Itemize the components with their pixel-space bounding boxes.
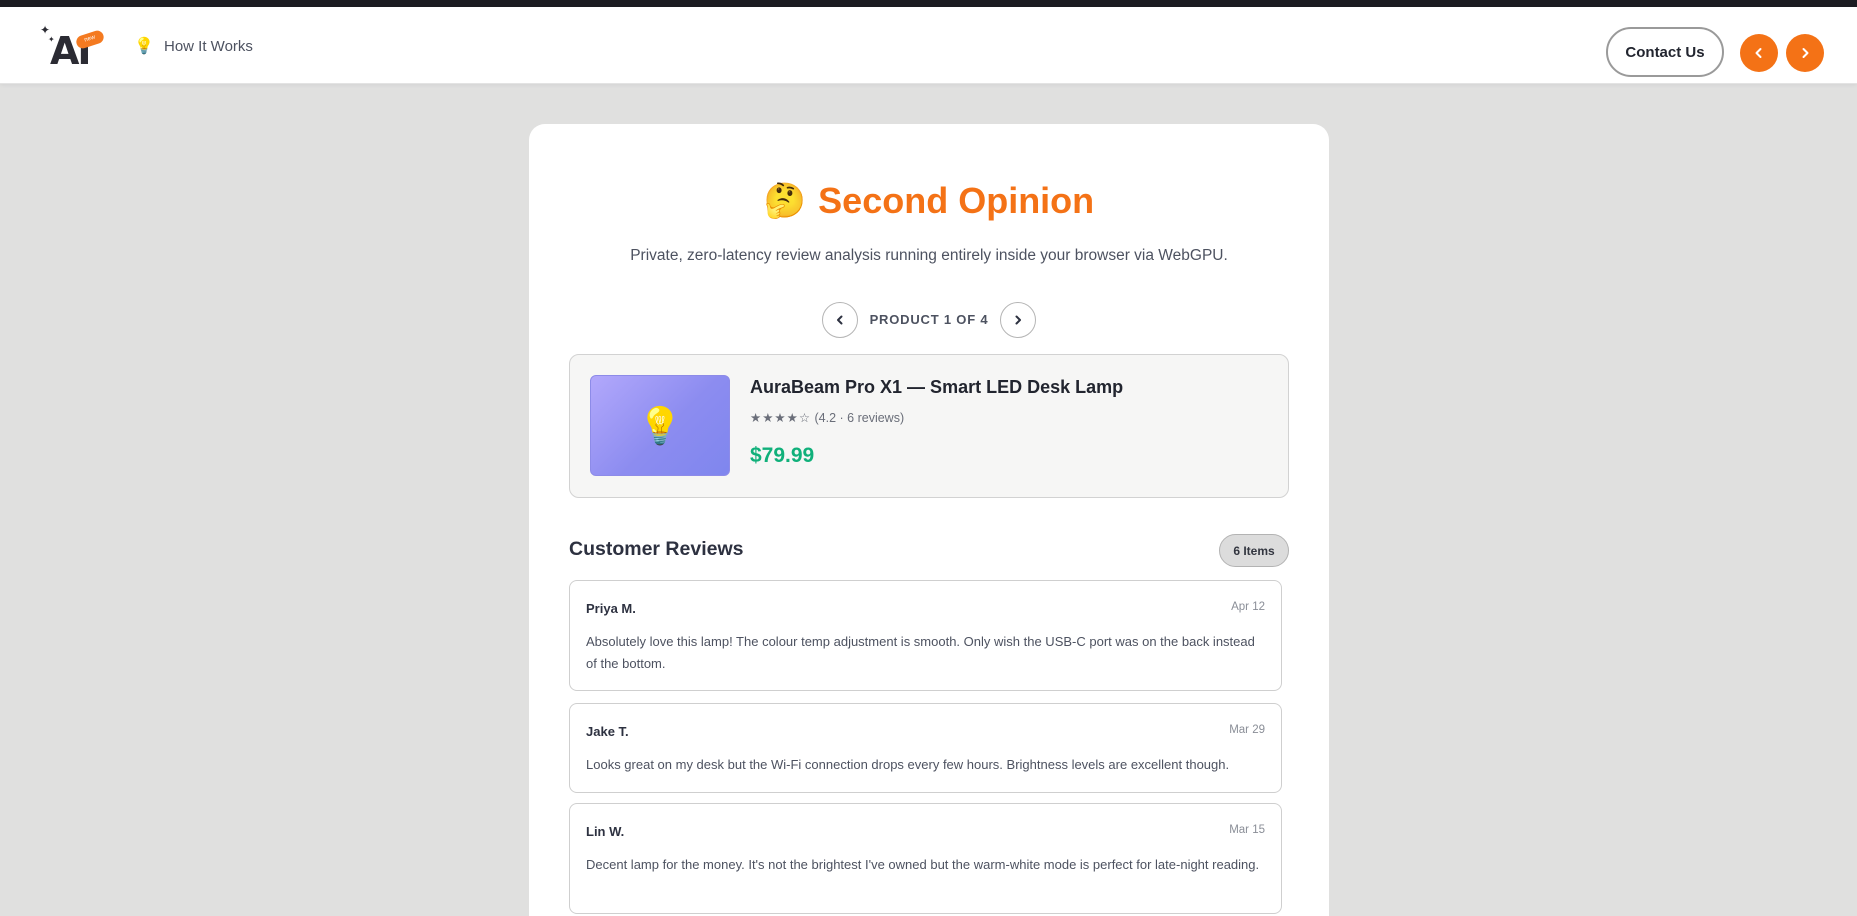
browser-top-strip: [0, 0, 1857, 7]
review-text: Absolutely love this lamp! The colour te…: [586, 634, 1255, 671]
header-next-button[interactable]: [1786, 34, 1824, 72]
thinking-face-icon: 🤔: [763, 182, 807, 220]
review-text: Decent lamp for the money. It's not the …: [586, 857, 1260, 872]
next-product-button[interactable]: [1000, 302, 1036, 338]
site-header: ✦ ✦ AI new 💡 How It Works Contact Us: [0, 7, 1857, 84]
how-it-works-link[interactable]: 💡 How It Works: [134, 35, 253, 57]
review-author: Priya M.: [586, 601, 636, 616]
chevron-right-icon: [1802, 48, 1809, 58]
chevron-right-icon: [1015, 315, 1021, 325]
light-bulb-icon: 💡: [134, 38, 154, 55]
previous-product-button[interactable]: [822, 302, 858, 338]
review-card: Jake T. Mar 29 Looks great on my desk bu…: [569, 703, 1282, 793]
chevron-left-icon: [837, 315, 843, 325]
light-bulb-icon: 💡: [637, 404, 683, 446]
reviews-count-badge: 6 Items: [1219, 534, 1289, 567]
page-subtitle: Private, zero-latency review analysis ru…: [630, 247, 1228, 264]
review-author: Lin W.: [586, 824, 625, 839]
contact-us-button[interactable]: Contact Us: [1606, 27, 1724, 77]
review-card: Lin W. Mar 15 Decent lamp for the money.…: [569, 803, 1282, 914]
review-date: Mar 29: [1229, 724, 1265, 736]
chevron-left-icon: [1755, 48, 1762, 58]
page-title: Second Opinion: [818, 180, 1095, 221]
product-card: 💡 AuraBeam Pro X1 — Smart LED Desk Lamp …: [569, 354, 1289, 498]
pager-label: PRODUCT 1 OF 4: [869, 312, 989, 327]
site-logo[interactable]: ✦ ✦ AI new: [40, 21, 106, 73]
review-text: Looks great on my desk but the Wi-Fi con…: [586, 757, 1230, 772]
review-card: Priya M. Apr 12 Absolutely love this lam…: [569, 580, 1282, 691]
product-name: AuraBeam Pro X1 — Smart LED Desk Lamp: [750, 377, 1124, 397]
review-date: Apr 12: [1231, 601, 1265, 613]
review-date: Mar 15: [1229, 824, 1265, 836]
product-rating: ★★★★☆ (4.2 · 6 reviews): [750, 410, 904, 425]
star-rating-icon: ★★★★☆: [750, 411, 812, 425]
main-card: 🤔 Second Opinion Private, zero-latency r…: [529, 124, 1329, 916]
how-it-works-label: How It Works: [164, 37, 253, 55]
rating-summary: (4.2 · 6 reviews): [814, 411, 905, 425]
reviews-heading: Customer Reviews: [569, 538, 744, 560]
review-author: Jake T.: [586, 724, 629, 739]
product-price: $79.99: [750, 444, 815, 467]
page-title-row: 🤔 Second Opinion: [529, 176, 1329, 226]
product-image: 💡: [590, 375, 730, 476]
product-pager: PRODUCT 1 OF 4: [529, 302, 1329, 338]
header-prev-button[interactable]: [1740, 34, 1778, 72]
